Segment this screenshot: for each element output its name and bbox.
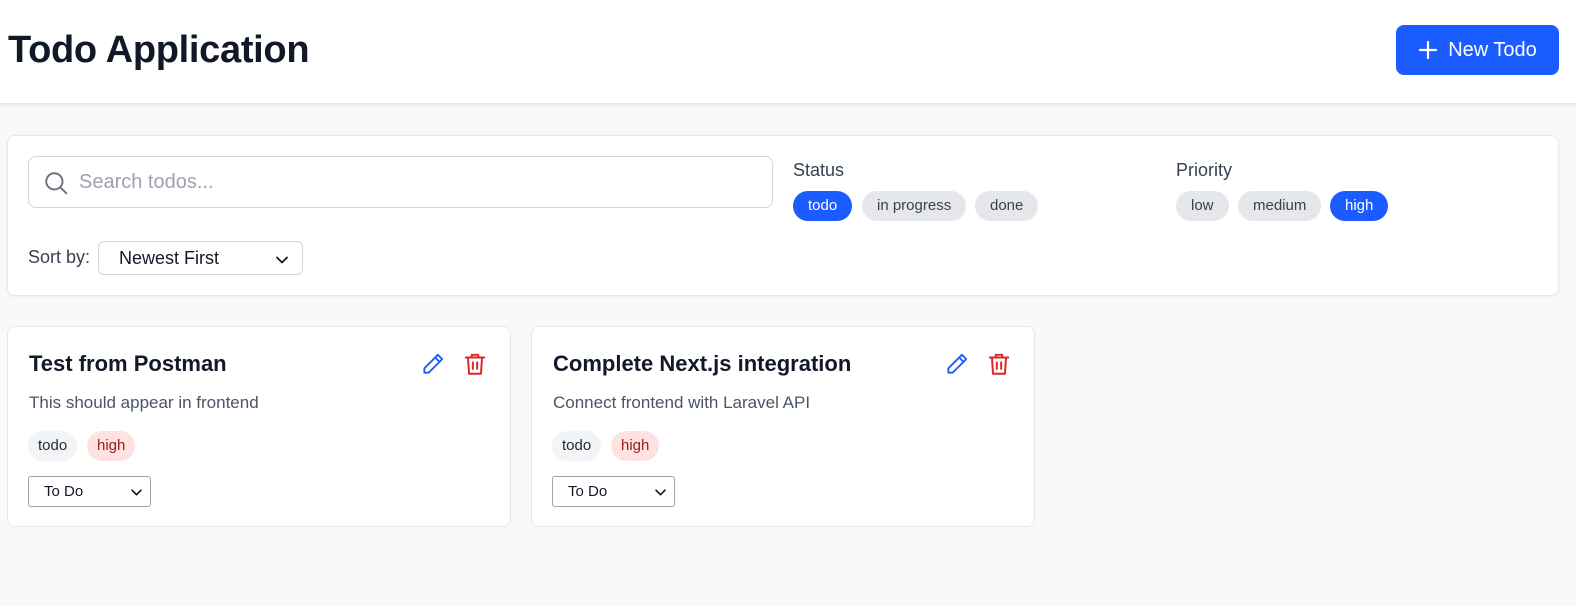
todo-title: Test from Postman	[29, 351, 227, 376]
pencil-icon[interactable]	[944, 351, 970, 377]
todo-status-select[interactable]: To Do	[552, 476, 675, 507]
priority-chip-high[interactable]: high	[1330, 191, 1389, 221]
todo-card: Test from Postman This should appear in …	[7, 326, 511, 527]
todo-status-select[interactable]: To Do	[28, 476, 151, 507]
status-chip-in-progress[interactable]: in progress	[862, 191, 967, 221]
app-header: Todo Application New Todo	[0, 0, 1576, 104]
sort-value: Newest First	[119, 247, 220, 268]
todo-description: Connect frontend with Laravel API	[553, 393, 811, 412]
pencil-icon[interactable]	[420, 351, 446, 377]
status-filter-label: Status	[793, 160, 845, 180]
status-chip-done[interactable]: done	[975, 191, 1039, 221]
trash-icon[interactable]	[986, 351, 1012, 377]
new-todo-label: New Todo	[1448, 38, 1537, 61]
new-todo-button[interactable]: New Todo	[1396, 25, 1559, 75]
sort-select[interactable]: Newest First	[98, 241, 303, 275]
status-badge: todo	[28, 431, 78, 461]
sort-label: Sort by:	[28, 247, 91, 267]
todo-title: Complete Next.js integration	[553, 351, 852, 376]
priority-badge: high	[87, 431, 136, 461]
search-input[interactable]	[79, 165, 759, 199]
chevron-down-icon	[276, 248, 288, 269]
todo-status-value: To Do	[44, 483, 84, 500]
todo-card: Complete Next.js integration Connect fro…	[531, 326, 1035, 527]
priority-badge: high	[611, 431, 660, 461]
page-title: Todo Application	[8, 29, 310, 71]
chevron-down-icon	[131, 483, 142, 500]
status-badge: todo	[552, 431, 602, 461]
chevron-down-icon	[655, 483, 666, 500]
priority-chip-medium[interactable]: medium	[1238, 191, 1322, 221]
todo-description: This should appear in frontend	[29, 393, 259, 412]
priority-filter-label: Priority	[1176, 160, 1233, 180]
search-icon	[43, 170, 69, 201]
plus-icon	[1418, 40, 1438, 60]
todo-status-value: To Do	[568, 483, 608, 500]
trash-icon[interactable]	[462, 351, 488, 377]
search-field[interactable]	[28, 156, 773, 208]
priority-chip-low[interactable]: low	[1176, 191, 1229, 221]
status-chip-todo[interactable]: todo	[793, 191, 853, 221]
filter-panel: Status todo in progress done Priority lo…	[7, 135, 1559, 296]
